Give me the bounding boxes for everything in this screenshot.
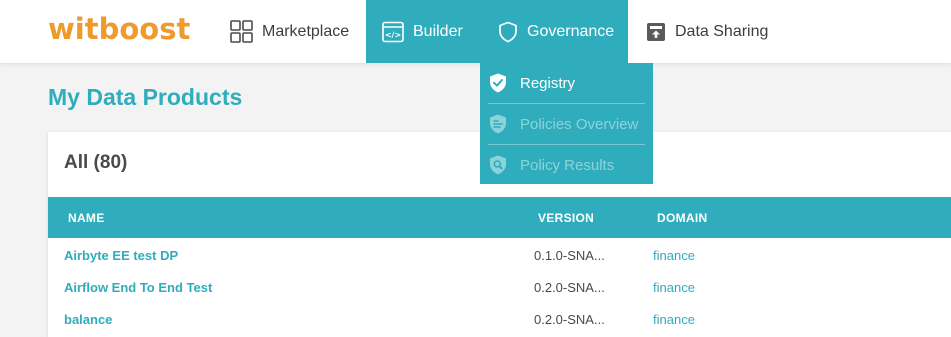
nav-marketplace[interactable]: Marketplace (230, 0, 349, 63)
nav-data-sharing[interactable]: Data Sharing (646, 0, 768, 63)
version-cell: 0.2.0-SNA... (534, 279, 605, 295)
column-header-version[interactable]: VERSION (538, 197, 594, 238)
nav-builder-label: Builder (413, 22, 463, 40)
shield-search-icon (488, 154, 508, 176)
menu-item-policies-overview[interactable]: Policies Overview (480, 104, 653, 144)
domain-link[interactable]: finance (653, 271, 695, 303)
domain-link[interactable]: finance (653, 239, 695, 271)
version-cell: 0.1.0-SNA... (534, 247, 605, 263)
table-row[interactable]: Airflow End To End Test 0.2.0-SNA... fin… (48, 271, 951, 303)
nav-builder[interactable]: </> Builder (366, 0, 486, 63)
share-box-icon (646, 22, 666, 42)
top-navigation-bar: witboost Marketplace </> Builder Governa… (0, 0, 951, 63)
grid-icon (230, 20, 253, 43)
witboost-logo[interactable]: witboost (48, 12, 190, 46)
governance-dropdown-menu: Registry Policies Overview Policy Result… (480, 63, 653, 184)
table-row[interactable]: Airbyte EE test DP 0.1.0-SNA... finance (48, 239, 951, 271)
version-cell: 0.2.0-SNA... (534, 311, 605, 327)
table-row[interactable]: balance 0.2.0-SNA... finance (48, 303, 951, 335)
menu-item-policies-overview-label: Policies Overview (520, 115, 639, 133)
nav-governance-label: Governance (527, 22, 615, 40)
column-header-name[interactable]: NAME (68, 197, 105, 238)
table-header: NAME VERSION DOMAIN (48, 197, 951, 238)
column-header-domain[interactable]: DOMAIN (657, 197, 707, 238)
menu-item-registry[interactable]: Registry (480, 63, 653, 103)
shield-icon (498, 21, 518, 43)
svg-text:</>: </> (385, 30, 401, 39)
data-product-name-link[interactable]: Airbyte EE test DP (64, 239, 178, 271)
page-title: My Data Products (48, 84, 243, 110)
domain-link[interactable]: finance (653, 303, 695, 335)
shield-check-icon (488, 72, 508, 94)
menu-item-policy-results[interactable]: Policy Results (480, 145, 653, 185)
nav-data-sharing-label: Data Sharing (675, 22, 769, 40)
shield-list-icon (488, 113, 508, 135)
nav-governance[interactable]: Governance (486, 0, 628, 63)
menu-item-policy-results-label: Policy Results (520, 156, 615, 174)
card-title: All (80) (64, 152, 128, 173)
code-window-icon: </> (382, 21, 404, 43)
data-product-name-link[interactable]: balance (64, 303, 112, 335)
menu-item-registry-label: Registry (520, 74, 576, 92)
nav-marketplace-label: Marketplace (262, 22, 350, 40)
data-product-name-link[interactable]: Airflow End To End Test (64, 271, 212, 303)
